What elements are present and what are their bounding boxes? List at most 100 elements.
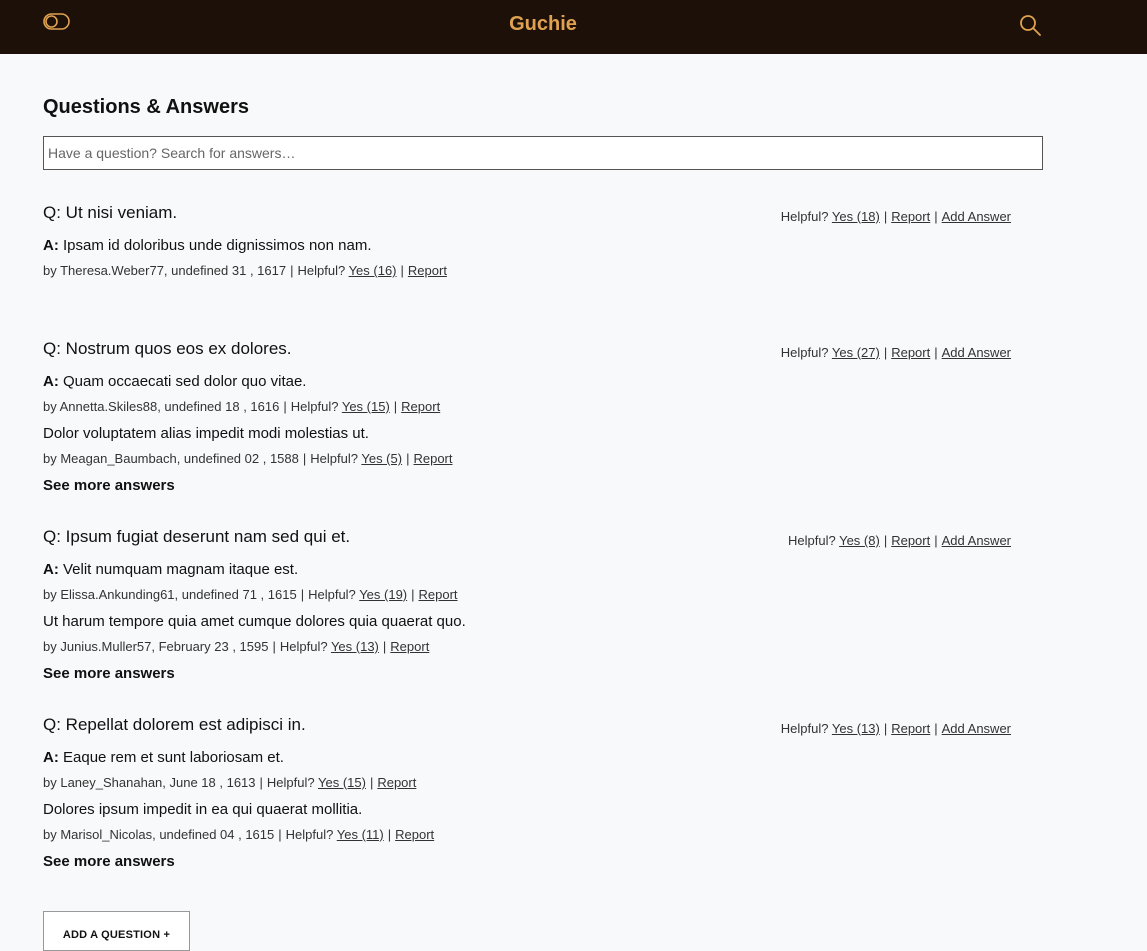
divider: | (883, 533, 888, 548)
divider: | (302, 451, 307, 466)
answer-text: Ut harum tempore quia amet cumque dolore… (43, 611, 1011, 637)
question-actions: Helpful? Yes (8) | Report | Add Answer (788, 533, 1011, 548)
question-block: Q: Nostrum quos eos ex dolores. Helpful?… (43, 339, 1011, 497)
divider: | (934, 209, 938, 224)
helpful-yes-link[interactable]: Yes (15) (318, 775, 366, 790)
answer-text: Dolor voluptatem alias impedit modi mole… (43, 423, 1011, 449)
helpful-yes-link[interactable]: Yes (13) (832, 721, 880, 736)
report-link[interactable]: Report (390, 639, 429, 654)
divider: | (934, 345, 938, 360)
helpful-yes-link[interactable]: Yes (18) (832, 209, 880, 224)
divider: | (369, 775, 374, 790)
divider: | (393, 399, 398, 414)
question-actions: Helpful? Yes (27) | Report | Add Answer (781, 345, 1011, 360)
divider: | (411, 587, 415, 602)
helpful-yes-link[interactable]: Yes (13) (331, 639, 379, 654)
answer-body: Ipsam id doloribus unde dignissimos non … (63, 237, 372, 254)
helpful-yes-link[interactable]: Yes (5) (361, 451, 402, 466)
helpful-label: Helpful? (780, 345, 829, 360)
answer-text: A: Ipsam id doloribus unde dignissimos n… (43, 235, 1011, 261)
helpful-label: Helpful? (266, 775, 315, 790)
helpful-yes-link[interactable]: Yes (15) (342, 399, 390, 414)
question-text: Q: Nostrum quos eos ex dolores. (43, 339, 292, 358)
helpful-label: Helpful? (788, 533, 836, 548)
answer-body: Dolores ipsum impedit in ea qui quaerat … (43, 801, 363, 818)
helpful-label: Helpful? (780, 721, 829, 736)
helpful-label: Helpful? (279, 639, 328, 654)
search-input[interactable] (43, 136, 1043, 170)
add-answer-link[interactable]: Add Answer (942, 721, 1011, 736)
answer-prefix: A: (43, 561, 59, 578)
question-text: Q: Ut nisi veniam. (43, 203, 178, 222)
report-link[interactable]: Report (377, 775, 416, 790)
report-link[interactable]: Report (419, 587, 458, 602)
report-link[interactable]: Report (413, 451, 452, 466)
question-row: Q: Ipsum fugiat deserunt nam sed qui et.… (43, 527, 1011, 559)
report-link[interactable]: Report (401, 399, 440, 414)
helpful-yes-link[interactable]: Yes (11) (337, 827, 384, 842)
answer-author: by Junius.Muller57, February 23 , 1595 (43, 639, 269, 654)
helpful-yes-link[interactable]: Yes (16) (349, 263, 397, 278)
divider: | (300, 587, 305, 602)
question-block: Q: Ut nisi veniam. Helpful? Yes (18) | Rep… (43, 203, 1011, 287)
answer-author: by Theresa.Weber77, undefined 31 , 1617 (43, 263, 287, 278)
see-more-answers-link[interactable]: See more answers (43, 851, 1011, 873)
answer-meta: by Meagan_Baumbach, undefined 02 , 1588 |… (43, 449, 1011, 475)
question-row: Q: Nostrum quos eos ex dolores. Helpful?… (43, 339, 1011, 371)
helpful-label: Helpful? (290, 399, 339, 414)
answer-meta: by Theresa.Weber77, undefined 31 , 1617 |… (43, 261, 1011, 287)
divider: | (387, 827, 392, 842)
divider: | (934, 533, 938, 548)
helpful-label: Helpful? (297, 263, 346, 278)
report-link[interactable]: Report (891, 209, 930, 224)
answer-author: by Elissa.Ankunding61, undefined 71 , 16… (43, 587, 297, 602)
question-actions: Helpful? Yes (18) | Report | Add Answer (781, 209, 1011, 224)
helpful-yes-link[interactable]: Yes (27) (832, 345, 880, 360)
answer-body: Eaque rem et sunt laboriosam et. (63, 749, 284, 766)
question-text: Q: Ipsum fugiat deserunt nam sed qui et. (43, 527, 351, 546)
divider: | (283, 399, 287, 414)
question-row: Q: Repellat dolorem est adipisci in. Hel… (43, 715, 1011, 747)
report-link[interactable]: Report (891, 345, 930, 360)
report-link[interactable]: Report (395, 827, 434, 842)
answer-body: Velit numquam magnam itaque est. (63, 561, 299, 578)
helpful-label: Helpful? (310, 451, 358, 466)
answer-meta: by Marisol_Nicolas, undefined 04 , 1615 |… (43, 825, 1011, 851)
add-answer-link[interactable]: Add Answer (942, 345, 1011, 360)
answer-author: by Marisol_Nicolas, undefined 04 , 1615 (43, 827, 275, 842)
divider: | (259, 775, 263, 790)
answer-body: Dolor voluptatem alias impedit modi mole… (43, 425, 369, 442)
report-link[interactable]: Report (891, 721, 930, 736)
answer-text: Dolores ipsum impedit in ea qui quaerat … (43, 799, 1011, 825)
helpful-label: Helpful? (780, 209, 829, 224)
add-question-button[interactable]: ADD A QUESTION + (43, 911, 190, 951)
see-more-answers-link[interactable]: See more answers (43, 475, 1011, 497)
question-text: Q: Repellat dolorem est adipisci in. (43, 715, 306, 734)
answer-prefix: A: (43, 237, 59, 254)
brand-logo[interactable]: Guchie (0, 13, 1086, 36)
answer-author: by Laney_Shanahan, June 18 , 1613 (43, 775, 256, 790)
add-answer-link[interactable]: Add Answer (942, 209, 1011, 224)
answer-prefix: A: (43, 749, 59, 766)
see-more-answers-link[interactable]: See more answers (43, 663, 1011, 685)
report-link[interactable]: Report (891, 533, 930, 548)
answer-meta: by Elissa.Ankunding61, undefined 71 , 16… (43, 585, 1011, 611)
answer-prefix: A: (43, 373, 59, 390)
helpful-yes-link[interactable]: Yes (8) (839, 533, 880, 548)
report-link[interactable]: Report (408, 263, 447, 278)
helpful-yes-link[interactable]: Yes (19) (359, 587, 407, 602)
helpful-label: Helpful? (285, 827, 334, 842)
answer-text: A: Velit numquam magnam itaque est. (43, 559, 1011, 585)
add-answer-link[interactable]: Add Answer (942, 533, 1011, 548)
answer-meta: by Laney_Shanahan, June 18 , 1613 | Helpfu… (43, 773, 1011, 799)
search-icon[interactable] (1018, 13, 1042, 37)
answer-author: by Meagan_Baumbach, undefined 02 , 1588 (43, 451, 299, 466)
divider: | (278, 827, 282, 842)
helpful-label: Helpful? (308, 587, 356, 602)
answer-meta: by Annetta.Skiles88, undefined 18 , 1616… (43, 397, 1011, 423)
divider: | (406, 451, 410, 466)
divider: | (883, 209, 888, 224)
answer-body: Ut harum tempore quia amet cumque dolore… (43, 613, 466, 630)
divider: | (934, 721, 938, 736)
answer-text: A: Eaque rem et sunt laboriosam et. (43, 747, 1011, 773)
